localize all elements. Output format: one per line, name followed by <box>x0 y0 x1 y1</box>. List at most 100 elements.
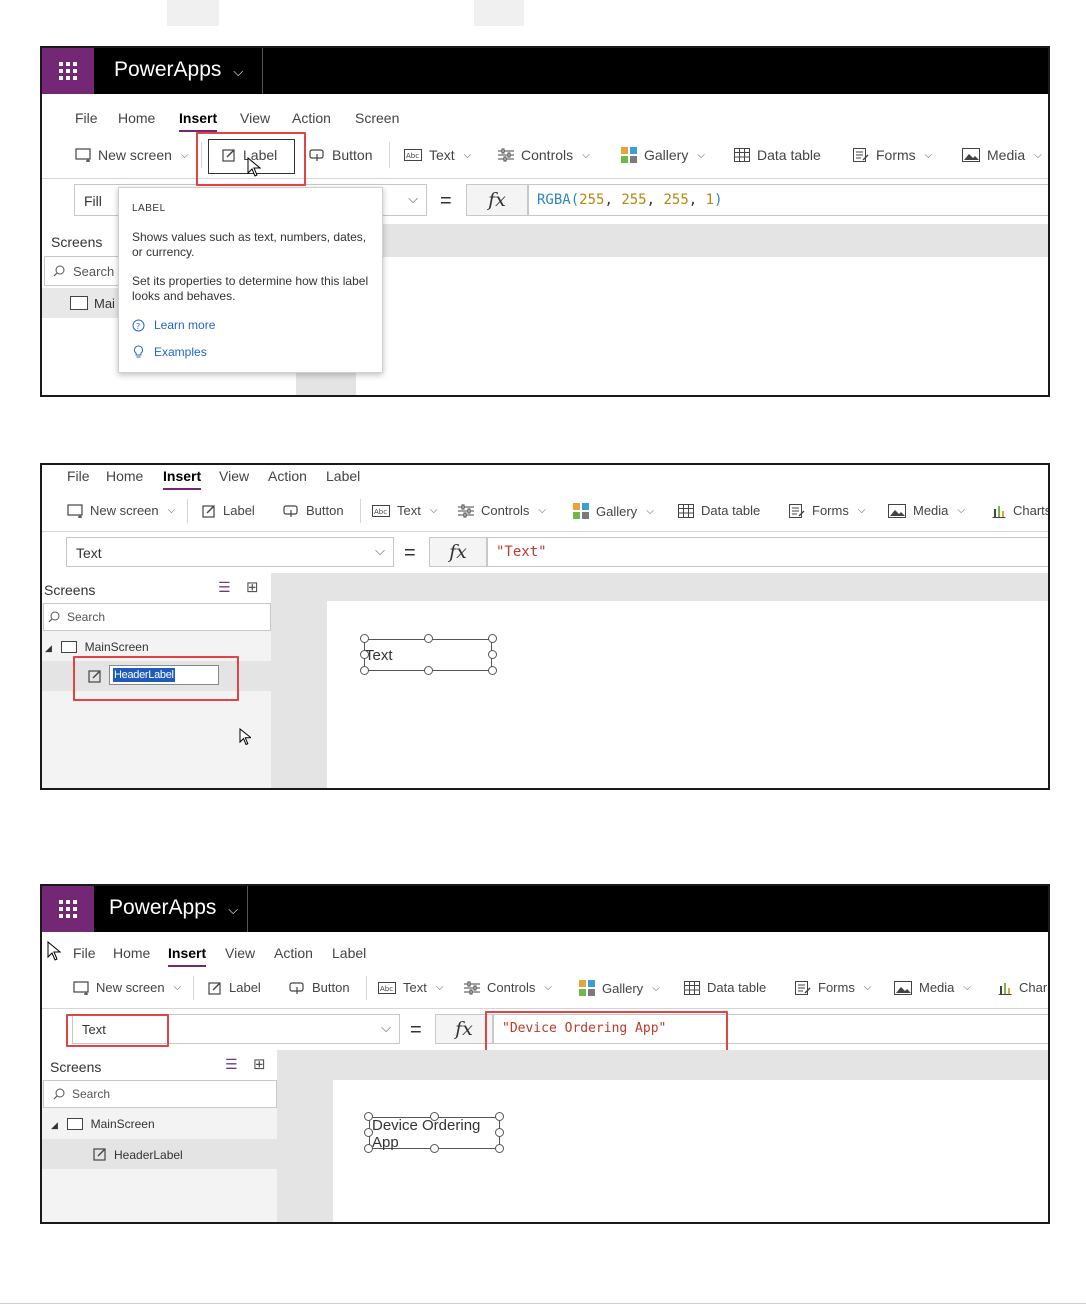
button-button[interactable]: Button <box>309 147 372 163</box>
menu-insert[interactable]: Insert <box>179 110 218 132</box>
fx-button[interactable]: fx <box>429 537 487 567</box>
resize-handle[interactable] <box>495 1128 504 1137</box>
charts-dropdown[interactable]: Char <box>998 980 1047 995</box>
forms-dropdown[interactable]: Forms ⌵ <box>789 503 865 518</box>
new-screen-button[interactable]: New screen ⌵ <box>75 147 189 163</box>
chevron-down-icon: ⌵ <box>381 1020 391 1035</box>
menu-view[interactable]: View <box>219 468 249 484</box>
chevron-down-icon: ⌵ <box>173 982 182 993</box>
data-table-button[interactable]: Data table <box>678 503 760 518</box>
thumbnail-view-icon[interactable]: ⊞ <box>253 1055 266 1073</box>
label-icon <box>93 1148 106 1161</box>
app-title[interactable]: PowerApps ⌵ <box>114 58 243 82</box>
resize-handle[interactable] <box>430 1112 439 1121</box>
forms-dropdown-label: Forms <box>818 980 855 995</box>
forms-icon <box>853 148 869 162</box>
resize-handle[interactable] <box>360 634 369 643</box>
controls-icon <box>458 504 474 517</box>
resize-handle[interactable] <box>364 1128 373 1137</box>
resize-handle[interactable] <box>424 666 433 675</box>
thumbnail-view-icon[interactable]: ⊞ <box>246 578 259 596</box>
menu-insert[interactable]: Insert <box>168 945 207 967</box>
menu-file[interactable]: File <box>73 945 96 961</box>
button-button[interactable]: Button <box>289 980 350 995</box>
gallery-dropdown[interactable]: Gallery ⌵ <box>573 503 654 519</box>
text-dropdown[interactable]: Abc Text ⌵ <box>372 503 437 518</box>
tree-item-headerlabel[interactable]: HeaderLabel <box>42 1139 277 1169</box>
data-table-button[interactable]: Data table <box>734 147 821 163</box>
resize-handle[interactable] <box>364 1112 373 1121</box>
search-box[interactable]: Search <box>43 603 271 631</box>
menu-label[interactable]: Label <box>326 468 360 484</box>
menu-file[interactable]: File <box>67 468 90 484</box>
app-launcher[interactable] <box>42 886 94 932</box>
controls-dropdown[interactable]: Controls ⌵ <box>458 503 546 518</box>
menu-home[interactable]: Home <box>106 468 143 484</box>
resize-handle[interactable] <box>488 666 497 675</box>
chevron-down-icon: ⌵ <box>167 505 176 516</box>
text-dropdown[interactable]: Abc Text ⌵ <box>404 147 471 163</box>
new-screen-button[interactable]: New screen ⌵ <box>73 980 181 995</box>
resize-handle[interactable] <box>488 634 497 643</box>
resize-handle[interactable] <box>424 634 433 643</box>
menu-home[interactable]: Home <box>113 945 150 961</box>
learn-more-link[interactable]: ? Learn more <box>132 318 215 332</box>
screen-icon <box>70 296 88 310</box>
resize-handle[interactable] <box>430 1144 439 1153</box>
forms-icon <box>795 980 811 995</box>
fx-button[interactable]: fx <box>466 184 528 216</box>
controls-dropdown[interactable]: Controls ⌵ <box>464 980 552 995</box>
tree-item-mainscreen[interactable]: ◢ MainScreen <box>45 640 149 654</box>
svg-text:Abc: Abc <box>374 508 387 516</box>
resize-handle[interactable] <box>360 650 369 659</box>
resize-handle[interactable] <box>495 1112 504 1121</box>
toolbar-divider <box>42 1008 1048 1009</box>
menu-view[interactable]: View <box>225 945 255 961</box>
examples-link[interactable]: Examples <box>132 345 207 359</box>
chevron-down-icon: ⌵ <box>544 982 553 993</box>
controls-dropdown-label: Controls <box>481 503 530 518</box>
menu-screen[interactable]: Screen <box>355 110 399 126</box>
new-screen-button[interactable]: New screen ⌵ <box>67 503 175 518</box>
charts-icon <box>998 982 1012 995</box>
tree-view-icon[interactable]: ☰ <box>225 1056 238 1073</box>
search-box[interactable]: Search <box>43 1080 277 1108</box>
text-dropdown[interactable]: Abc Text ⌵ <box>378 980 443 995</box>
label-button[interactable]: Label <box>202 503 255 518</box>
menu-file[interactable]: File <box>75 110 98 126</box>
menu-insert[interactable]: Insert <box>163 468 202 490</box>
tree-item-mainscreen[interactable]: ◢ MainScreen <box>51 1117 155 1131</box>
data-table-button[interactable]: Data table <box>684 980 766 995</box>
formula-input[interactable]: RGBA(255, 255, 255, 1) <box>528 184 1048 216</box>
menu-action[interactable]: Action <box>268 468 307 484</box>
resize-handle[interactable] <box>360 666 369 675</box>
search-placeholder: Search <box>72 1087 111 1101</box>
app-title[interactable]: PowerApps ⌵ <box>109 896 238 920</box>
forms-dropdown[interactable]: Forms ⌵ <box>853 147 932 163</box>
resize-handle[interactable] <box>364 1144 373 1153</box>
gallery-dropdown[interactable]: Gallery ⌵ <box>579 980 660 996</box>
media-dropdown[interactable]: Media ⌵ <box>962 147 1042 163</box>
menu-label[interactable]: Label <box>332 945 366 961</box>
app-launcher[interactable] <box>42 48 94 94</box>
label-button[interactable]: Label <box>208 980 261 995</box>
formula-input[interactable]: "Text" <box>487 537 1048 567</box>
media-dropdown[interactable]: Media ⌵ <box>894 980 971 995</box>
forms-dropdown[interactable]: Forms ⌵ <box>795 980 871 995</box>
resize-handle[interactable] <box>495 1144 504 1153</box>
canvas-label-text: Device Ordering App <box>372 1117 480 1151</box>
menu-action[interactable]: Action <box>292 110 331 126</box>
resize-handle[interactable] <box>488 650 497 659</box>
button-button[interactable]: Button <box>283 503 344 518</box>
menu-view[interactable]: View <box>240 110 270 126</box>
menu-home[interactable]: Home <box>118 110 155 126</box>
media-icon <box>888 503 906 518</box>
menu-action[interactable]: Action <box>274 945 313 961</box>
property-selector[interactable]: Text ⌵ <box>66 537 394 567</box>
controls-dropdown[interactable]: Controls ⌵ <box>498 147 590 163</box>
gallery-dropdown[interactable]: Gallery ⌵ <box>621 147 705 163</box>
charts-dropdown[interactable]: Charts <box>992 503 1048 518</box>
tree-view-icon[interactable]: ☰ <box>218 579 231 596</box>
panel-2-rename-label: File Home Insert View Action Label New s… <box>40 463 1050 790</box>
media-dropdown[interactable]: Media ⌵ <box>888 503 965 518</box>
